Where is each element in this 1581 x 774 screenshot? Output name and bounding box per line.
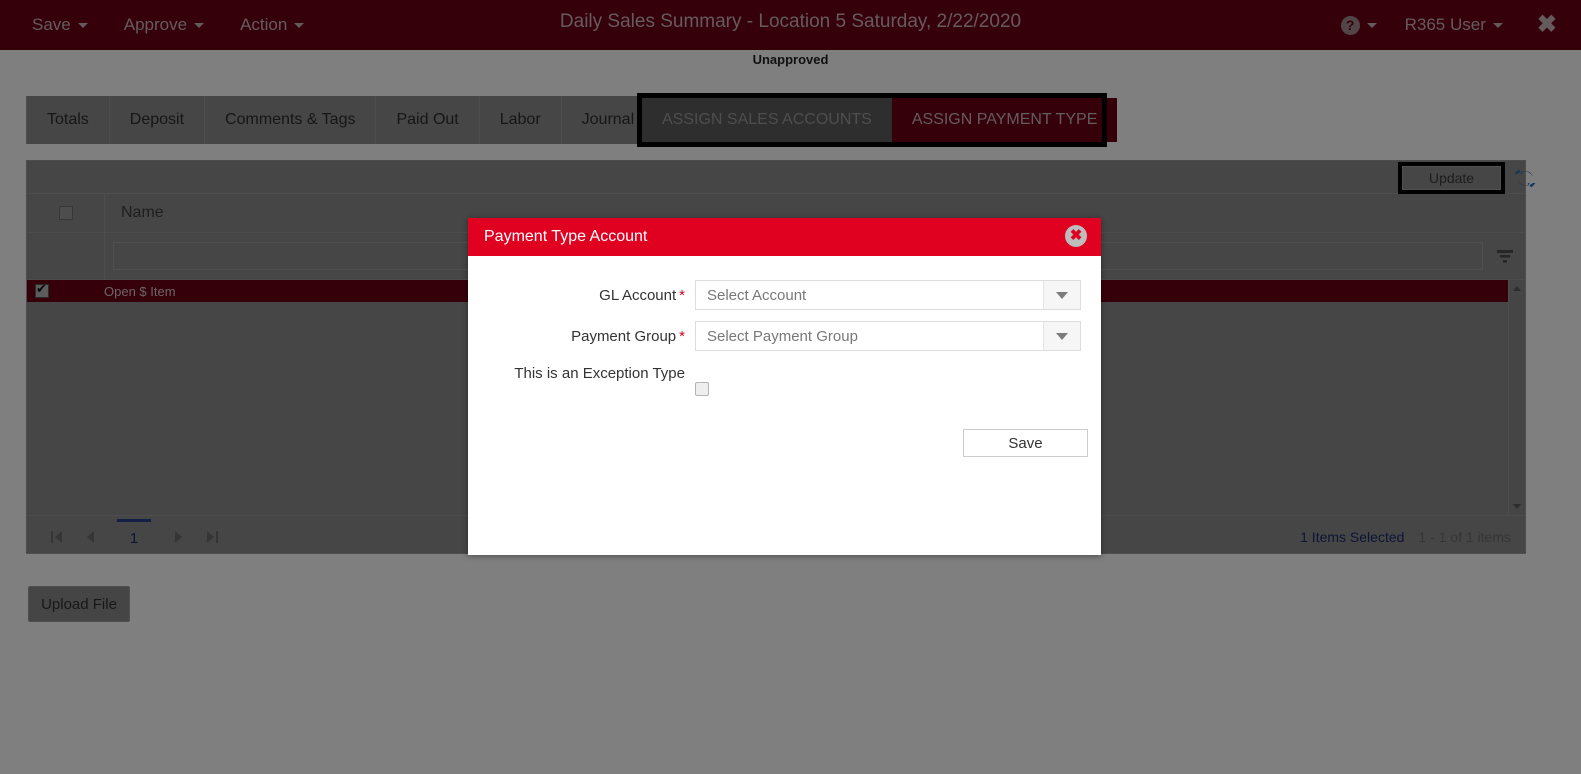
payment-group-label: Payment Group * [468, 328, 695, 345]
exception-type-row: This is an Exception Type [468, 365, 1101, 401]
payment-group-dropdown[interactable]: Select Payment Group [695, 321, 1081, 351]
dialog-body: GL Account * Select Account Payment Group… [468, 258, 1101, 457]
gl-account-label-text: GL Account [599, 286, 677, 304]
close-circle-icon[interactable]: ✖ [1065, 225, 1087, 247]
chevron-down-icon[interactable] [1043, 281, 1080, 309]
dialog-actions: Save [468, 429, 1101, 457]
required-indicator: * [679, 327, 685, 345]
exception-type-checkbox[interactable] [695, 382, 709, 396]
exception-type-checkbox-cell [695, 365, 1081, 401]
gl-account-label: GL Account * [468, 287, 695, 304]
exception-type-label: This is an Exception Type [514, 365, 685, 382]
gl-account-value: Select Account [707, 286, 807, 304]
payment-group-row: Payment Group * Select Payment Group [468, 321, 1101, 351]
chevron-down-icon[interactable] [1043, 322, 1080, 350]
required-indicator: * [679, 286, 685, 304]
application-window: Daily Sales Summary - Location 5 Saturda… [0, 0, 1581, 774]
gl-account-row: GL Account * Select Account [468, 280, 1101, 310]
dialog-title: Payment Type Account [484, 228, 648, 245]
gl-account-dropdown[interactable]: Select Account [695, 280, 1081, 310]
dialog-title-bar: Payment Type Account ✖ [468, 218, 1101, 258]
payment-group-value: Select Payment Group [707, 327, 858, 345]
payment-group-label-text: Payment Group [571, 327, 677, 345]
payment-type-account-dialog: Payment Type Account ✖ GL Account * Selec… [468, 218, 1101, 555]
save-button[interactable]: Save [963, 429, 1088, 457]
